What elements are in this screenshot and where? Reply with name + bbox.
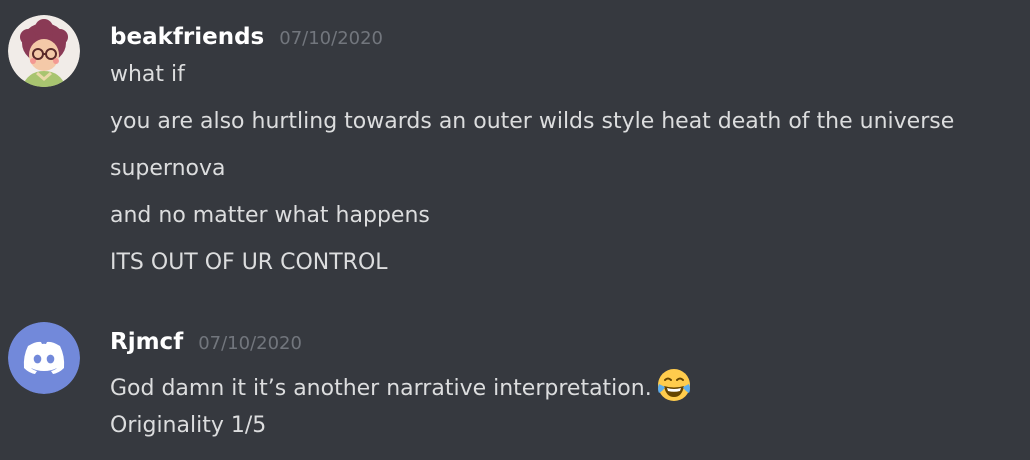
message-header: beakfriends 07/10/2020 (110, 24, 383, 50)
message-text-with-emoji: God damn it it’s another narrative inter… (110, 367, 692, 403)
face-with-tears-of-joy-icon[interactable] (656, 367, 692, 403)
user-avatar[interactable] (8, 322, 80, 394)
message-text: supernova (110, 156, 226, 181)
message-group-beakfriends: beakfriends 07/10/2020 what if you are a… (0, 0, 1030, 290)
message-group-rjmcf: Rjmcf 07/10/2020 God damn it it’s anothe… (0, 300, 1030, 460)
message-text: Originality 1/5 (110, 413, 267, 438)
timestamp[interactable]: 07/10/2020 (198, 333, 302, 354)
cartoon-person-avatar-icon (8, 15, 80, 87)
username[interactable]: beakfriends (110, 24, 264, 50)
message-text: you are also hurtling towards an outer w… (110, 109, 955, 134)
message-text: ITS OUT OF UR CONTROL (110, 250, 388, 275)
user-avatar[interactable] (8, 15, 80, 87)
message-text: and no matter what happens (110, 203, 430, 228)
timestamp[interactable]: 07/10/2020 (279, 28, 383, 49)
message-text: God damn it it’s another narrative inter… (110, 376, 652, 401)
message-text: what if (110, 62, 185, 87)
message-header: Rjmcf 07/10/2020 (110, 329, 302, 355)
discord-default-avatar-icon (8, 322, 80, 394)
username[interactable]: Rjmcf (110, 329, 183, 355)
